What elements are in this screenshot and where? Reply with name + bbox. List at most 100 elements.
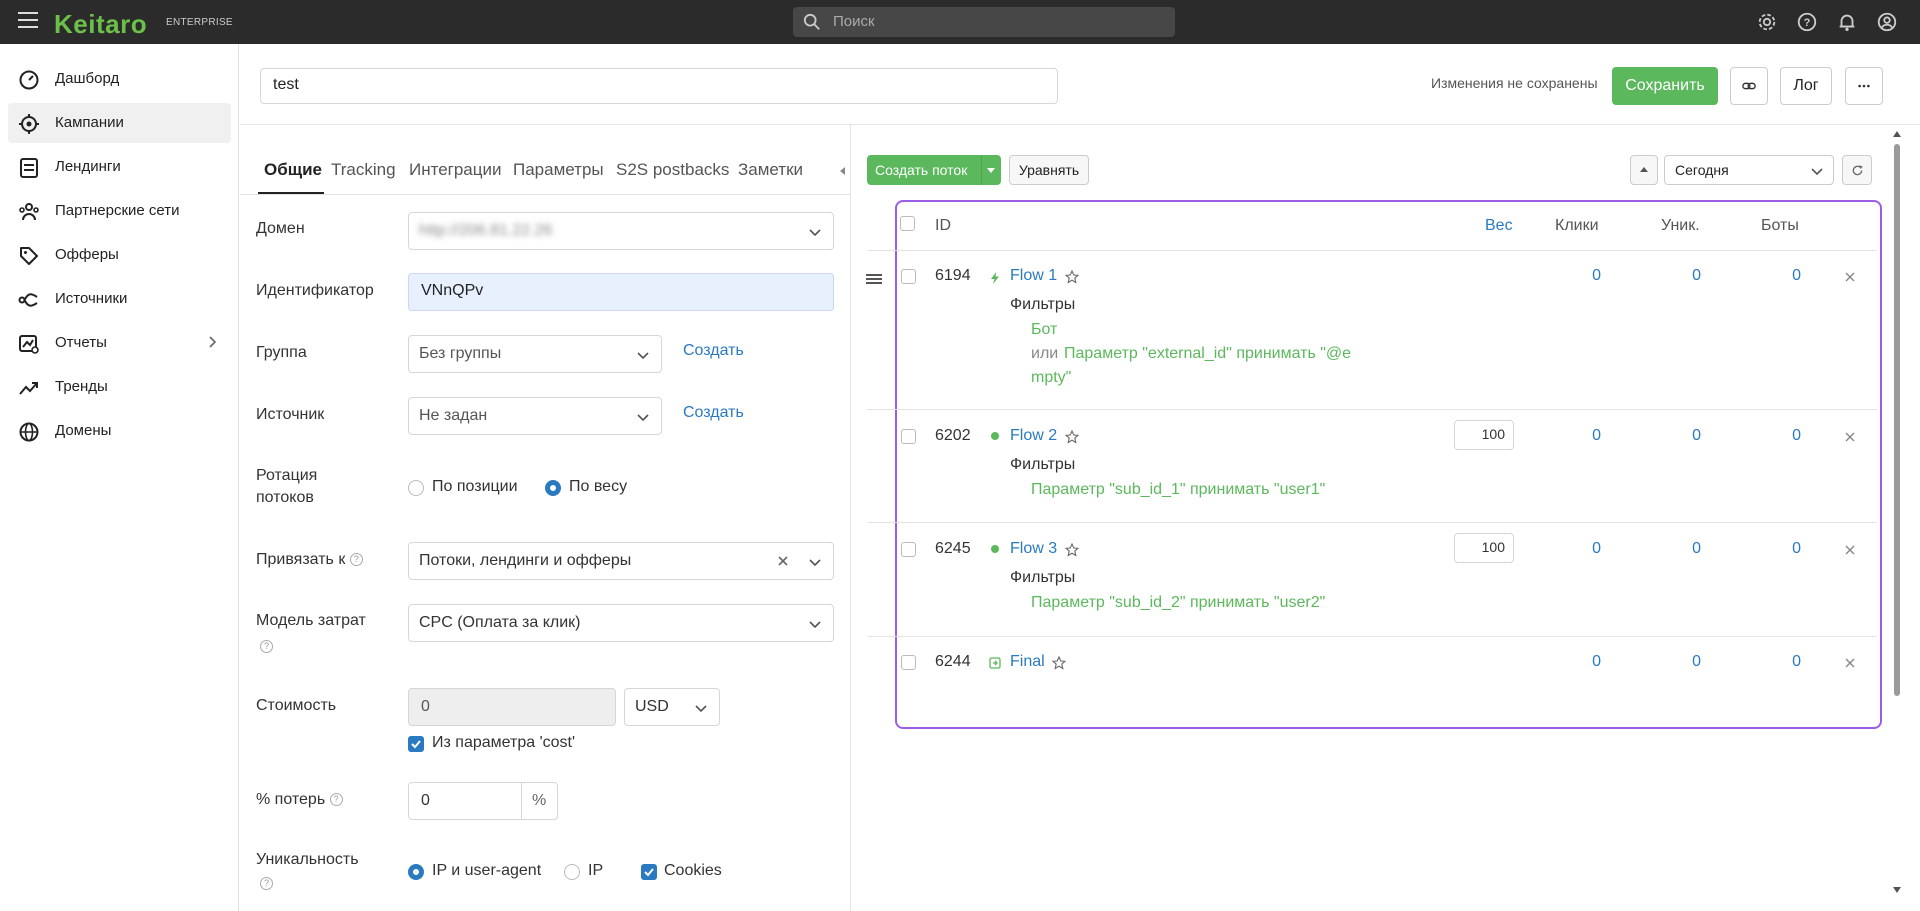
filter-text[interactable]: Бот xyxy=(1031,321,1057,339)
delete-icon[interactable] xyxy=(1844,544,1856,556)
filter-text[interactable]: Параметр "external_id" принимать "@e xyxy=(1064,345,1351,363)
filter-text[interactable]: mpty" xyxy=(1031,369,1071,387)
loss-input[interactable]: 0 xyxy=(408,782,522,820)
flow-bots[interactable]: 0 xyxy=(1761,267,1801,285)
star-icon[interactable] xyxy=(1065,543,1079,557)
refresh-button[interactable] xyxy=(1842,155,1872,185)
filter-text[interactable]: Параметр "sub_id_2" принимать "user2" xyxy=(1031,594,1325,612)
campaign-name-input[interactable]: test xyxy=(260,68,1058,104)
star-icon[interactable] xyxy=(1065,270,1079,284)
flow-name-link[interactable]: Final xyxy=(1010,653,1045,671)
flow-clicks[interactable]: 0 xyxy=(1561,540,1601,558)
save-button[interactable]: Сохранить xyxy=(1612,67,1718,105)
help-icon[interactable]: ? xyxy=(329,793,343,807)
link-button[interactable] xyxy=(1730,67,1768,105)
filter-text[interactable]: Параметр "sub_id_1" принимать "user1" xyxy=(1031,481,1325,499)
help-icon[interactable]: ? xyxy=(349,553,363,567)
tab-general[interactable]: Общие xyxy=(264,160,322,180)
star-icon[interactable] xyxy=(1052,656,1066,670)
tab-notes[interactable]: Заметки xyxy=(738,160,803,180)
domain-select[interactable]: http://206.81.22.26 xyxy=(408,212,834,250)
sidebar-item-partners[interactable]: Партнерские сети xyxy=(8,191,231,231)
tabs-scroll-left-icon[interactable] xyxy=(838,166,848,176)
flow-checkbox[interactable] xyxy=(901,429,916,444)
flow-uniq[interactable]: 0 xyxy=(1661,540,1701,558)
uniq-ip-ua-label[interactable]: IP и user-agent xyxy=(432,862,541,880)
create-group-link[interactable]: Создать xyxy=(683,342,744,360)
col-header-id[interactable]: ID xyxy=(935,217,951,235)
rotation-position-label[interactable]: По позиции xyxy=(432,478,518,496)
delete-icon[interactable] xyxy=(1844,431,1856,443)
user-icon[interactable] xyxy=(1876,11,1898,33)
date-range-select[interactable]: Сегодня xyxy=(1664,155,1834,185)
col-header-weight[interactable]: Вес xyxy=(1485,217,1513,235)
help-icon[interactable]: ? xyxy=(260,640,273,654)
flow-weight-input[interactable]: 100 xyxy=(1454,533,1514,563)
flow-bots[interactable]: 0 xyxy=(1761,427,1801,445)
select-all-checkbox[interactable] xyxy=(900,216,915,231)
flow-uniq[interactable]: 0 xyxy=(1661,267,1701,285)
flow-checkbox[interactable] xyxy=(901,655,916,670)
uniq-ip-label[interactable]: IP xyxy=(588,862,603,880)
tab-integrations[interactable]: Интеграции xyxy=(409,160,502,180)
chevron-down-icon[interactable] xyxy=(986,165,996,175)
delete-icon[interactable] xyxy=(1844,657,1856,669)
identifier-input[interactable]: VNnQPv xyxy=(408,273,834,311)
flow-clicks[interactable]: 0 xyxy=(1561,653,1601,671)
rotation-weight-radio[interactable] xyxy=(545,480,561,496)
gear-icon[interactable] xyxy=(1756,11,1778,33)
col-header-uniq[interactable]: Уник. xyxy=(1661,217,1700,235)
sidebar-item-campaigns[interactable]: Кампании xyxy=(8,103,231,143)
sort-up-button[interactable] xyxy=(1630,155,1658,185)
cost-model-select[interactable]: CPC (Оплата за клик) xyxy=(408,604,834,642)
sidebar-item-offers[interactable]: Офферы xyxy=(8,235,231,275)
log-button[interactable]: Лог xyxy=(1780,67,1832,105)
sidebar-item-landings[interactable]: Лендинги xyxy=(8,147,231,187)
rotation-weight-label[interactable]: По весу xyxy=(569,478,627,496)
flow-checkbox[interactable] xyxy=(901,542,916,557)
scrollbar[interactable] xyxy=(1894,144,1900,696)
sidebar-item-trends[interactable]: Тренды xyxy=(8,367,231,407)
tab-tracking[interactable]: Tracking xyxy=(331,160,396,180)
scroll-down-icon[interactable] xyxy=(1892,886,1902,894)
equalize-button[interactable]: Уравнять xyxy=(1009,155,1089,185)
delete-icon[interactable] xyxy=(1844,271,1856,283)
rotation-position-radio[interactable] xyxy=(408,480,424,496)
bind-select[interactable]: Потоки, лендинги и офферы xyxy=(408,542,834,580)
tab-parameters[interactable]: Параметры xyxy=(513,160,604,180)
uniq-ip-radio[interactable] xyxy=(564,864,580,880)
sidebar-item-domains[interactable]: Домены xyxy=(8,411,231,451)
flow-uniq[interactable]: 0 xyxy=(1661,653,1701,671)
tab-s2s-postbacks[interactable]: S2S postbacks xyxy=(616,160,729,180)
cost-input[interactable]: 0 xyxy=(408,688,616,726)
create-flow-button[interactable]: Создать поток xyxy=(867,155,1001,185)
sidebar-item-sources[interactable]: Источники xyxy=(8,279,231,319)
scroll-up-icon[interactable] xyxy=(1892,130,1902,138)
menu-icon[interactable] xyxy=(18,12,38,30)
cost-from-param-checkbox[interactable] xyxy=(408,736,424,752)
create-source-link[interactable]: Создать xyxy=(683,404,744,422)
help-icon[interactable]: ? xyxy=(260,877,273,891)
help-icon[interactable]: ? xyxy=(1796,11,1818,33)
group-select[interactable]: Без группы xyxy=(408,335,662,373)
uniq-ip-ua-radio[interactable] xyxy=(408,864,424,880)
flow-weight-input[interactable]: 100 xyxy=(1454,420,1514,450)
clear-icon[interactable] xyxy=(777,555,789,567)
sidebar-item-reports[interactable]: Отчеты xyxy=(8,323,231,363)
flow-name-link[interactable]: Flow 1 xyxy=(1010,267,1057,285)
cost-from-param-label[interactable]: Из параметра 'cost' xyxy=(432,734,575,752)
drag-handle-icon[interactable] xyxy=(866,274,882,284)
more-button[interactable] xyxy=(1845,67,1883,105)
source-select[interactable]: Не задан xyxy=(408,397,662,435)
uniq-cookies-checkbox[interactable] xyxy=(641,864,657,880)
flow-checkbox[interactable] xyxy=(901,269,916,284)
star-icon[interactable] xyxy=(1065,430,1079,444)
flow-name-link[interactable]: Flow 3 xyxy=(1010,540,1057,558)
app-logo[interactable]: Keitaro xyxy=(54,9,147,40)
flow-clicks[interactable]: 0 xyxy=(1561,267,1601,285)
flow-clicks[interactable]: 0 xyxy=(1561,427,1601,445)
search-input[interactable]: Поиск xyxy=(793,7,1175,37)
col-header-bots[interactable]: Боты xyxy=(1761,217,1799,235)
flow-name-link[interactable]: Flow 2 xyxy=(1010,427,1057,445)
uniq-cookies-label[interactable]: Cookies xyxy=(664,862,722,880)
